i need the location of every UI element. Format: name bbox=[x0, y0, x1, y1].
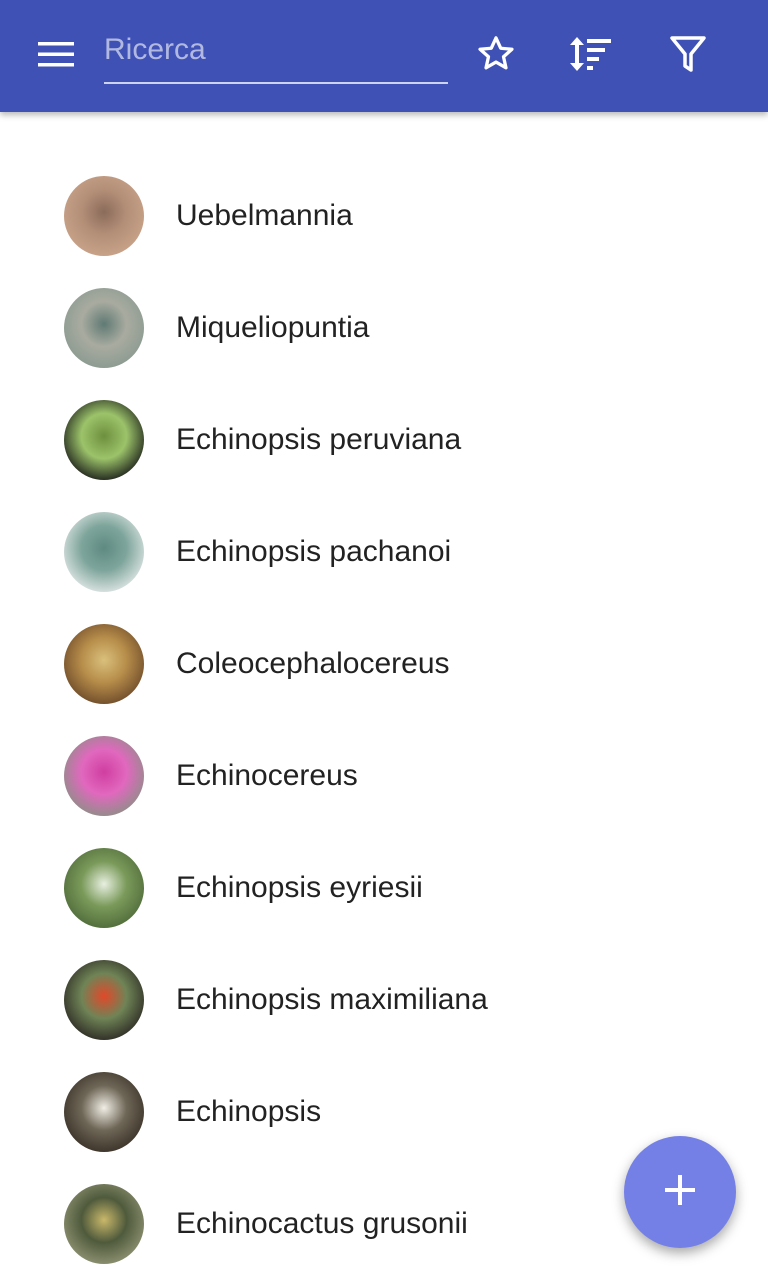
filter-button[interactable] bbox=[658, 26, 718, 86]
plant-thumbnail bbox=[64, 288, 144, 368]
plant-thumbnail bbox=[64, 848, 144, 928]
list-item[interactable]: Uebelmannia bbox=[0, 160, 768, 272]
plant-name: Echinocereus bbox=[176, 759, 358, 792]
sort-icon bbox=[568, 33, 614, 80]
plant-list: Uebelmannia Miqueliopuntia Echinopsis pe… bbox=[0, 160, 768, 1280]
plant-name: Echinocactus grusonii bbox=[176, 1207, 468, 1240]
list-item[interactable]: Echinopsis peruviana bbox=[0, 384, 768, 496]
add-plant-button[interactable] bbox=[624, 1136, 736, 1248]
sort-button[interactable] bbox=[561, 26, 621, 86]
list-item[interactable]: Miqueliopuntia bbox=[0, 272, 768, 384]
list-item[interactable]: Echinopsis maximiliana bbox=[0, 944, 768, 1056]
plant-thumbnail bbox=[64, 624, 144, 704]
plant-name: Echinopsis eyriesii bbox=[176, 871, 423, 904]
menu-button[interactable] bbox=[22, 30, 90, 82]
plant-name: Miqueliopuntia bbox=[176, 311, 370, 344]
hamburger-menu-icon bbox=[36, 39, 76, 74]
list-item[interactable]: Echinopsis eyriesii bbox=[0, 832, 768, 944]
filter-icon bbox=[669, 34, 707, 79]
list-item[interactable]: Coleocephalocereus bbox=[0, 608, 768, 720]
list-item[interactable]: Echinocereus bbox=[0, 720, 768, 832]
search-field bbox=[104, 24, 448, 84]
favorites-button[interactable] bbox=[466, 26, 526, 86]
plant-thumbnail bbox=[64, 512, 144, 592]
plant-name: Echinopsis peruviana bbox=[176, 423, 462, 456]
star-outline-icon bbox=[475, 33, 517, 80]
app-bar bbox=[0, 0, 768, 112]
plant-thumbnail bbox=[64, 400, 144, 480]
plant-name: Uebelmannia bbox=[176, 199, 353, 232]
plant-thumbnail bbox=[64, 1184, 144, 1264]
plant-name: Echinopsis bbox=[176, 1095, 322, 1128]
plant-thumbnail bbox=[64, 176, 144, 256]
plant-thumbnail bbox=[64, 960, 144, 1040]
plus-icon bbox=[663, 1173, 697, 1212]
plant-name: Echinopsis maximiliana bbox=[176, 983, 488, 1016]
plant-name: Echinopsis pachanoi bbox=[176, 535, 452, 568]
plant-thumbnail bbox=[64, 736, 144, 816]
list-item[interactable]: Echinopsis pachanoi bbox=[0, 496, 768, 608]
plant-name: Coleocephalocereus bbox=[176, 647, 450, 680]
plant-thumbnail bbox=[64, 1072, 144, 1152]
search-input[interactable] bbox=[104, 30, 444, 70]
